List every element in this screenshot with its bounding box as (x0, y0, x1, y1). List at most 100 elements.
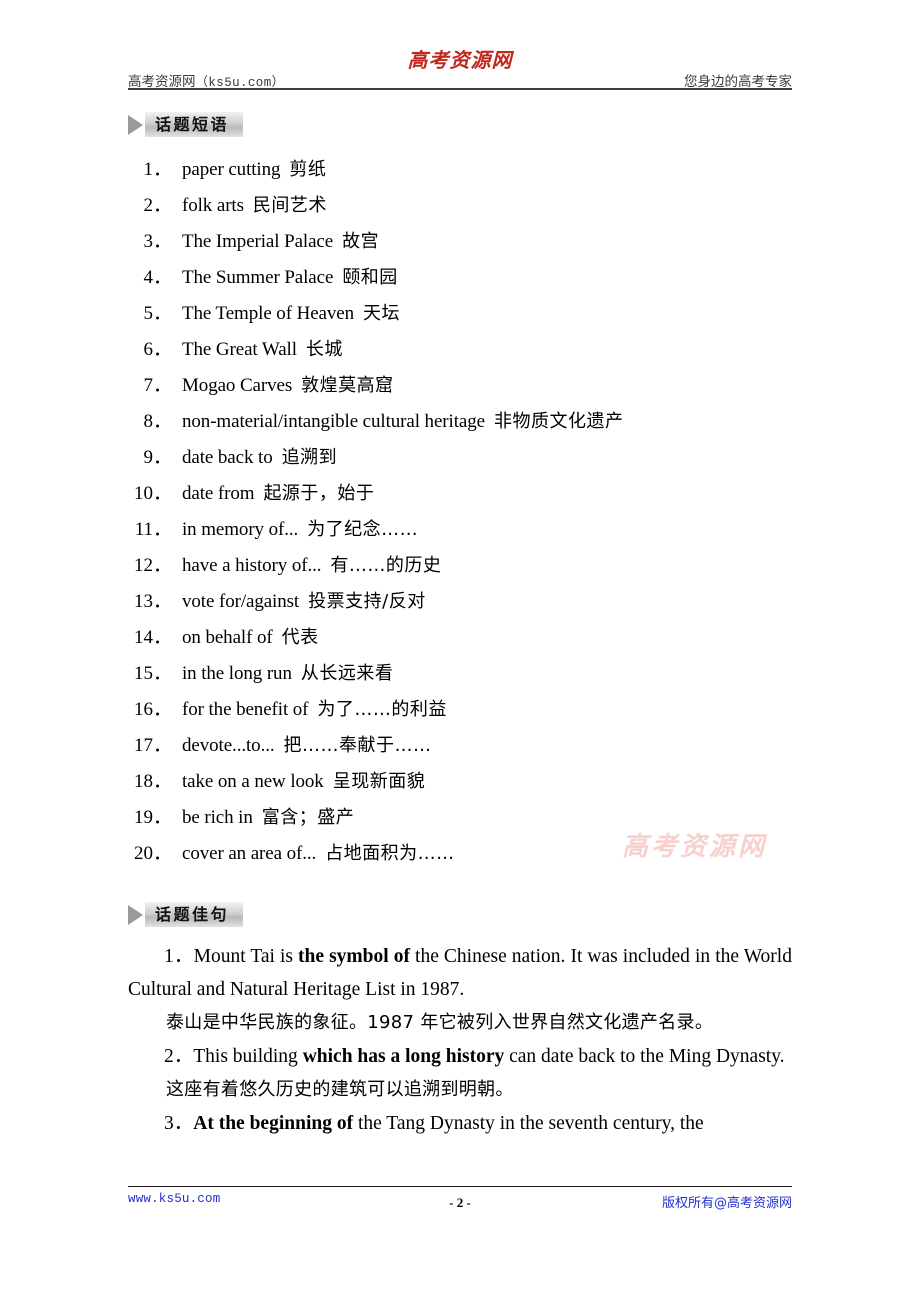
item-chinese: 追溯到 (281, 447, 338, 468)
item-chinese: 长城 (305, 339, 343, 360)
item-number: 7． (143, 375, 172, 396)
sentence-text-post: can date back to the Ming Dynasty. (504, 1046, 785, 1067)
list-item: 20． cover an area of... 占地面积为…… (128, 836, 808, 872)
list-item: 7． Mogao Carves 敦煌莫高窟 (128, 368, 808, 404)
item-english: in the long run (182, 663, 292, 684)
item-number: 11． (134, 519, 172, 540)
list-item: 2． folk arts 民间艺术 (128, 188, 808, 224)
item-chinese: 剪纸 (289, 159, 327, 180)
item-chinese: 呈现新面貌 (332, 771, 426, 792)
item-english: The Great Wall (182, 339, 297, 360)
header-right-slogan: 您身边的高考专家 (684, 74, 792, 89)
item-chinese: 非物质文化遗产 (493, 411, 624, 432)
triangle-arrow-icon (128, 904, 143, 925)
sentence-list: 1．Mount Tai is the symbol of the Chinese… (128, 940, 792, 1140)
list-item: 14． on behalf of 代表 (128, 620, 808, 656)
item-english: vote for/against (182, 591, 300, 612)
sentence-english: 2．This building which has a long history… (128, 1040, 792, 1073)
sentence-english: 1．Mount Tai is the symbol of the Chinese… (128, 940, 792, 1006)
sentence-text-bold: At the beginning of (193, 1113, 354, 1134)
list-item: 3． The Imperial Palace 故宫 (128, 224, 808, 260)
item-english: take on a new look (182, 771, 324, 792)
site-logo-text: 高考资源网 (407, 50, 513, 72)
item-number: 20． (133, 843, 172, 864)
item-number: 17． (133, 735, 172, 756)
list-item: 15． in the long run 从长远来看 (128, 656, 808, 692)
item-chinese: 起源于，始于 (263, 483, 375, 504)
list-item: 11． in memory of... 为了纪念…… (128, 512, 808, 548)
item-number: 6． (143, 339, 172, 360)
list-item: 16． for the benefit of 为了……的利益 (128, 692, 808, 728)
item-number: 3． (143, 231, 172, 252)
item-chinese: 故宫 (342, 231, 380, 252)
sentence-text-bold: the symbol of (298, 946, 410, 967)
section-banner-phrases: 话题短语 (128, 112, 244, 137)
sentence-number: 1． (164, 946, 194, 967)
item-chinese: 敦煌莫高窟 (301, 375, 394, 396)
header-divider (128, 88, 792, 90)
item-english: date from (182, 483, 255, 504)
list-item: 8． non-material/intangible cultural herit… (128, 404, 808, 440)
item-chinese: 代表 (281, 627, 319, 648)
item-english: on behalf of (182, 627, 273, 648)
page-footer: www.ks5u.com - 2 - 版权所有@高考资源网 (128, 1192, 792, 1216)
item-number: 12． (133, 555, 172, 576)
item-chinese: 颐和园 (342, 267, 398, 288)
list-item: 19． be rich in 富含；盛产 (128, 800, 808, 836)
item-chinese: 为了……的利益 (317, 699, 447, 720)
header-left-text: 高考资源网（ks5u.com） (128, 70, 285, 90)
item-number: 19． (133, 807, 172, 828)
site-logo: 高考资源网 (128, 50, 792, 72)
item-english: paper cutting (182, 159, 281, 180)
item-english: The Summer Palace (182, 267, 334, 288)
sentence-number: 3． (164, 1113, 194, 1134)
sentence-text-pre: Mount Tai is (193, 946, 299, 967)
section-title-phrases: 话题短语 (155, 114, 230, 134)
item-number: 18． (133, 771, 172, 792)
item-number: 15． (133, 663, 172, 684)
item-chinese: 富含；盛产 (261, 807, 355, 828)
sentence-number: 2． (164, 1046, 194, 1067)
item-number: 10． (133, 483, 172, 504)
item-chinese: 把……奉献于…… (283, 735, 432, 756)
item-number: 1． (143, 159, 172, 180)
list-item: 5． The Temple of Heaven 天坛 (128, 296, 808, 332)
item-chinese: 占地面积为…… (325, 843, 455, 864)
list-item: 17． devote...to... 把……奉献于…… (128, 728, 808, 764)
section-title-sentences: 话题佳句 (155, 904, 230, 924)
item-number: 5． (143, 303, 172, 324)
item-chinese: 天坛 (363, 303, 400, 324)
list-item: 1． paper cutting 剪纸 (128, 152, 808, 188)
sentence-chinese: 泰山是中华民族的象征。1987 年它被列入世界自然文化遗产名录。 (166, 1012, 714, 1033)
item-number: 13． (133, 591, 172, 612)
footer-divider (128, 1186, 792, 1187)
phrase-list: 1． paper cutting 剪纸 2． folk arts 民间艺术 3． The … (128, 152, 808, 872)
list-item: 12． have a history of... 有……的历史 (128, 548, 808, 584)
footer-copyright: 版权所有@高考资源网 (661, 1196, 792, 1211)
page-header: 高考资源网 高考资源网（ks5u.com） 您身边的高考专家 (128, 50, 792, 92)
item-chinese: 投票支持/反对 (308, 591, 426, 612)
item-number: 16． (133, 699, 172, 720)
item-english: in memory of... (182, 519, 299, 540)
item-english: non-material/intangible cultural heritag… (182, 411, 485, 432)
item-chinese: 从长远来看 (300, 663, 394, 684)
sentence-chinese: 这座有着悠久历史的建筑可以追溯到明朝。 (166, 1079, 514, 1100)
item-english: be rich in (182, 807, 253, 828)
item-number: 4． (143, 267, 172, 288)
item-english: The Imperial Palace (182, 231, 334, 252)
item-chinese: 有……的历史 (330, 555, 442, 576)
item-english: date back to (182, 447, 273, 468)
item-english: cover an area of... (182, 843, 317, 864)
triangle-arrow-icon (128, 114, 143, 135)
list-item: 4． The Summer Palace 颐和园 (128, 260, 808, 296)
sentence-english: 3．At the beginning of the Tang Dynasty i… (128, 1107, 792, 1140)
item-number: 2． (143, 195, 172, 216)
item-english: The Temple of Heaven (182, 303, 354, 324)
sentence-text-post: the Tang Dynasty in the seventh century,… (353, 1113, 704, 1134)
banner-box: 话题短语 (145, 112, 244, 137)
item-english: devote...to... (182, 735, 275, 756)
document-page: 高考资源网 高考资源网（ks5u.com） 您身边的高考专家 话题短语 1． pa… (0, 0, 920, 1302)
banner-box: 话题佳句 (145, 902, 244, 927)
list-item: 6． The Great Wall 长城 (128, 332, 808, 368)
item-number: 8． (143, 411, 172, 432)
